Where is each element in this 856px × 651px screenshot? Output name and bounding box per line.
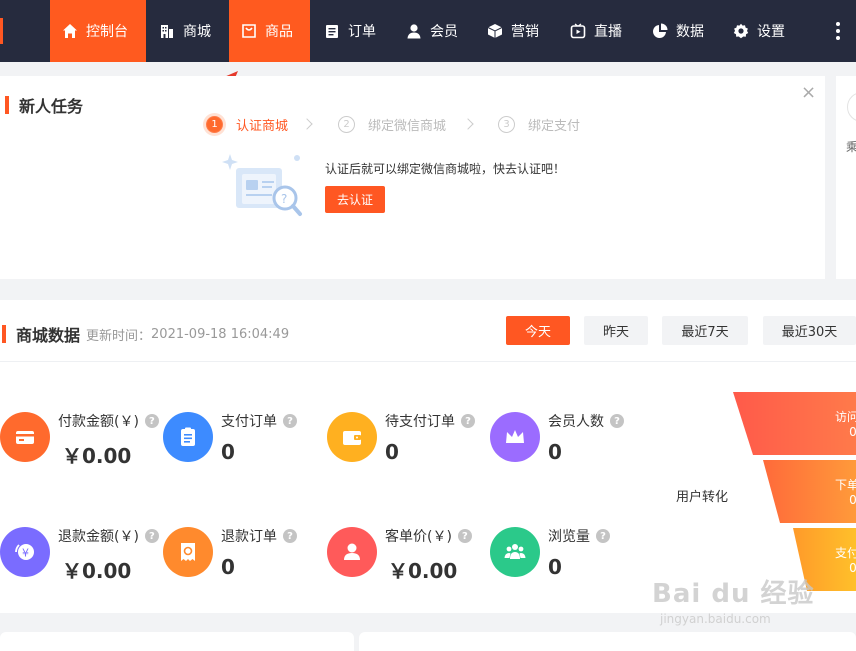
nav-item-marketing[interactable]: 营销	[475, 0, 555, 62]
bottom-panel-left	[0, 632, 354, 651]
top-navigation-bar: 控制台 商城 商品 订单 会员 营销 直播 数据 设置	[0, 0, 856, 62]
payment-amount-label: 付款金额(￥) ?	[58, 411, 159, 431]
home-icon	[63, 24, 77, 38]
nav-item-mall[interactable]: 商城	[147, 0, 227, 62]
verification-illustration-icon: ?	[222, 154, 302, 216]
nav-item-data[interactable]: 数据	[640, 0, 718, 62]
nav-item-products[interactable]: 商品	[229, 0, 310, 62]
help-icon[interactable]: ?	[283, 529, 297, 543]
nav-item-members[interactable]: 会员	[394, 0, 472, 62]
update-time-label: 更新时间：	[86, 328, 152, 344]
refund-amount-icon: ¥	[0, 527, 50, 577]
nav-item-label: 会员	[430, 24, 458, 40]
step-bind-wechat[interactable]: 2 绑定微信商城	[338, 115, 446, 134]
mall-data-panel: 商城数据 更新时间： 2021-09-18 16:04:49 今天 昨天 最近7…	[0, 300, 856, 613]
paid-orders-value: 0	[221, 440, 235, 464]
bag-icon	[242, 24, 256, 38]
avg-order-price-label: 客单价(￥) ?	[385, 526, 472, 546]
nav-item-label: 商品	[265, 24, 293, 40]
task-hint-text: 认证后就可以绑定微信商城啦，快去认证吧！	[325, 162, 566, 176]
nav-item-label: 设置	[757, 24, 785, 40]
help-icon[interactable]: ?	[461, 414, 475, 428]
chevron-right-icon	[462, 118, 474, 130]
step-bind-payment[interactable]: 3 绑定支付	[498, 115, 580, 134]
svg-text:?: ?	[281, 192, 287, 206]
chevron-right-icon	[301, 118, 313, 130]
more-menu-icon[interactable]	[836, 20, 842, 42]
page-views-value: 0	[548, 555, 562, 579]
member-count-icon	[490, 412, 540, 462]
avg-order-price-value: ￥0.00	[388, 559, 458, 583]
nav-item-settings[interactable]: 设置	[721, 0, 801, 62]
paid-orders-label: 支付订单 ?	[221, 411, 297, 431]
refund-orders-icon	[163, 527, 213, 577]
bottom-panel-right	[359, 632, 856, 651]
side-panel-text: 乘	[846, 140, 856, 154]
range-last7-button[interactable]: 最近7天	[662, 316, 748, 345]
help-icon[interactable]: ?	[610, 414, 624, 428]
help-icon[interactable]: ?	[144, 529, 159, 543]
avatar[interactable]	[847, 92, 856, 122]
nav-item-orders[interactable]: 订单	[312, 0, 390, 62]
pending-orders-label: 待支付订单 ?	[385, 411, 475, 431]
range-today-button[interactable]: 今天	[506, 316, 570, 345]
refund-orders-value: 0	[221, 555, 235, 579]
pie-chart-icon	[653, 23, 668, 38]
nav-item-live[interactable]: 直播	[558, 0, 636, 62]
user-conversion-label: 用户转化	[676, 490, 729, 505]
avg-order-price-icon	[327, 527, 377, 577]
live-icon	[570, 23, 586, 39]
help-icon[interactable]: ?	[457, 529, 472, 543]
task-panel-title: 新人任务	[5, 93, 83, 117]
cube-icon	[487, 24, 503, 38]
verify-now-button[interactable]: 去认证	[325, 186, 385, 213]
order-icon	[326, 25, 338, 38]
nav-item-label: 商城	[183, 24, 211, 40]
new-user-task-panel: 新人任务 × 1 认证商城 2 绑定微信商城 3 绑定支付 ? 认证后就可以绑定…	[0, 76, 825, 279]
paid-orders-icon	[163, 412, 213, 462]
range-last30-button[interactable]: 最近30天	[763, 316, 856, 345]
nav-item-label: 控制台	[86, 24, 128, 40]
refund-amount-label: 退款金额(￥) ?	[58, 526, 159, 546]
baidu-watermark: Bai du 经验	[652, 579, 815, 609]
building-icon	[161, 25, 173, 38]
refund-amount-value: ￥0.00	[62, 559, 132, 583]
nav-item-label: 订单	[348, 24, 376, 40]
nav-item-label: 直播	[594, 24, 622, 40]
close-icon[interactable]: ×	[801, 82, 816, 103]
funnel-visitors: 访问人 0	[733, 392, 856, 455]
pending-orders-value: 0	[385, 440, 399, 464]
step-verify-mall[interactable]: 1 认证商城	[206, 115, 288, 134]
update-time-value: 2021-09-18 16:04:49	[151, 326, 290, 342]
help-icon[interactable]: ?	[144, 414, 159, 428]
side-info-panel: 乘	[836, 76, 856, 279]
payment-amount-value: ￥0.00	[62, 444, 132, 468]
svg-text:¥: ¥	[22, 547, 29, 560]
help-icon[interactable]: ?	[596, 529, 610, 543]
member-count-label: 会员人数 ?	[548, 411, 624, 431]
mall-data-title: 商城数据 更新时间： 2021-09-18 16:04:49	[2, 322, 289, 346]
nav-item-label: 数据	[676, 24, 704, 40]
page-views-label: 浏览量 ?	[548, 526, 610, 546]
user-icon	[407, 24, 421, 39]
help-icon[interactable]: ?	[283, 414, 297, 428]
nav-item-label: 营销	[511, 24, 539, 40]
gear-icon	[733, 23, 749, 39]
nav-item-dashboard[interactable]: 控制台	[50, 0, 146, 62]
page-views-icon	[490, 527, 540, 577]
funnel-order-users: 下单人 0	[763, 460, 856, 523]
brand-logo-edge	[0, 18, 3, 44]
range-yesterday-button[interactable]: 昨天	[584, 316, 648, 345]
baidu-watermark-url: jingyan.baidu.com	[660, 612, 771, 626]
pending-orders-icon	[327, 412, 377, 462]
member-count-value: 0	[548, 440, 562, 464]
refund-orders-label: 退款订单 ?	[221, 526, 297, 546]
payment-amount-icon	[0, 412, 50, 462]
